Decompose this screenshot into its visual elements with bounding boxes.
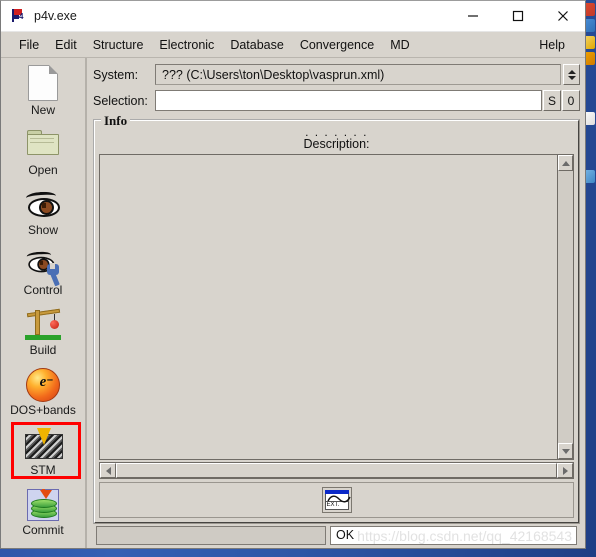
menu-edit[interactable]: Edit: [47, 35, 85, 55]
crane-icon: [23, 304, 63, 342]
watermark-text: https://blog.csdn.net/qq_42168543: [357, 528, 572, 544]
close-button[interactable]: [540, 1, 585, 31]
scroll-left-icon[interactable]: [100, 463, 116, 478]
sidebar-label-commit: Commit: [22, 523, 64, 537]
scroll-right-icon[interactable]: [557, 463, 573, 478]
menu-bar: File Edit Structure Electronic Database …: [1, 32, 585, 58]
open-folder-icon: [23, 124, 63, 162]
eye-icon: [23, 184, 63, 222]
ext-button-bar: EXT.: [99, 482, 574, 518]
status-bar: OK https://blog.csdn.net/qq_42168543: [93, 524, 580, 548]
spinner-updown-icon[interactable]: [563, 64, 580, 85]
menu-help[interactable]: Help: [531, 35, 573, 55]
commit-disks-icon: [23, 484, 63, 522]
selection-s-button[interactable]: S: [543, 90, 561, 111]
status-left-panel: [96, 526, 326, 545]
menu-file[interactable]: File: [11, 35, 47, 55]
status-message: OK: [336, 528, 355, 542]
selection-0-button[interactable]: 0: [562, 90, 580, 111]
window-title: p4v.exe: [34, 9, 77, 23]
description-textbox[interactable]: [99, 154, 557, 460]
info-group-title: Info: [101, 113, 131, 129]
p4-flag-icon: 4: [10, 8, 26, 24]
sidebar-item-show[interactable]: Show: [5, 184, 81, 244]
sidebar-item-commit[interactable]: Commit: [5, 484, 81, 544]
window-controls: [450, 1, 585, 31]
info-group: Info . . . . . . . Description: EXT.: [93, 113, 580, 524]
menu-md[interactable]: MD: [382, 35, 417, 55]
description-hscrollbar[interactable]: [99, 462, 574, 479]
sidebar-item-new[interactable]: New: [5, 64, 81, 124]
sidebar-label-show: Show: [27, 223, 59, 237]
scroll-down-icon[interactable]: [558, 443, 573, 459]
maximize-button[interactable]: [495, 1, 540, 31]
main-content: System: ??? (C:\Users\ton\Desktop\vaspru…: [87, 58, 585, 548]
info-dots: . . . . . . .: [305, 125, 368, 139]
menu-convergence[interactable]: Convergence: [292, 35, 382, 55]
sidebar-label-dos-bands: DOS+bands: [10, 403, 76, 417]
sidebar-label-new: New: [30, 103, 55, 117]
menu-structure[interactable]: Structure: [85, 35, 152, 55]
system-row: System: ??? (C:\Users\ton\Desktop\vaspru…: [93, 64, 580, 85]
title-bar: 4 p4v.exe: [1, 1, 585, 32]
selection-input[interactable]: [155, 90, 542, 111]
tool-sidebar: New Open Show Control Build e – DOS+band…: [1, 58, 87, 548]
minimize-button[interactable]: [450, 1, 495, 31]
eye-wrench-icon: [23, 244, 63, 287]
electron-icon: e –: [23, 364, 63, 402]
vscroll-track[interactable]: [558, 171, 573, 443]
new-page-icon: [23, 64, 63, 102]
sidebar-item-stm[interactable]: STM: [5, 424, 81, 484]
sidebar-label-open: Open: [28, 163, 58, 177]
status-message-panel: OK https://blog.csdn.net/qq_42168543: [330, 526, 577, 545]
sidebar-label-build: Build: [29, 343, 57, 357]
description-vscrollbar[interactable]: [557, 154, 574, 460]
system-combo[interactable]: ??? (C:\Users\ton\Desktop\vasprun.xml): [155, 64, 561, 85]
sidebar-item-open[interactable]: Open: [5, 124, 81, 184]
description-label: Description:: [303, 137, 370, 151]
hscroll-thumb[interactable]: [116, 463, 557, 478]
description-area: [99, 154, 574, 460]
selection-label: Selection:: [93, 93, 148, 108]
window-body: New Open Show Control Build e – DOS+band…: [1, 58, 585, 548]
ext-wave-icon: [324, 494, 351, 503]
selection-row: Selection: S 0: [93, 90, 580, 111]
sidebar-item-control[interactable]: Control: [5, 244, 81, 304]
app-window: 4 p4v.exe File Edit Structure Electronic…: [0, 0, 586, 549]
stm-tip-icon: [23, 424, 63, 462]
sidebar-item-dos-bands[interactable]: e – DOS+bands: [5, 364, 81, 424]
menu-database[interactable]: Database: [222, 35, 292, 55]
sidebar-item-build[interactable]: Build: [5, 304, 81, 364]
ext-button[interactable]: EXT.: [321, 487, 352, 513]
system-label: System:: [93, 67, 139, 82]
scroll-up-icon[interactable]: [558, 155, 573, 171]
sidebar-label-stm: STM: [30, 463, 56, 477]
menu-electronic[interactable]: Electronic: [151, 35, 222, 55]
